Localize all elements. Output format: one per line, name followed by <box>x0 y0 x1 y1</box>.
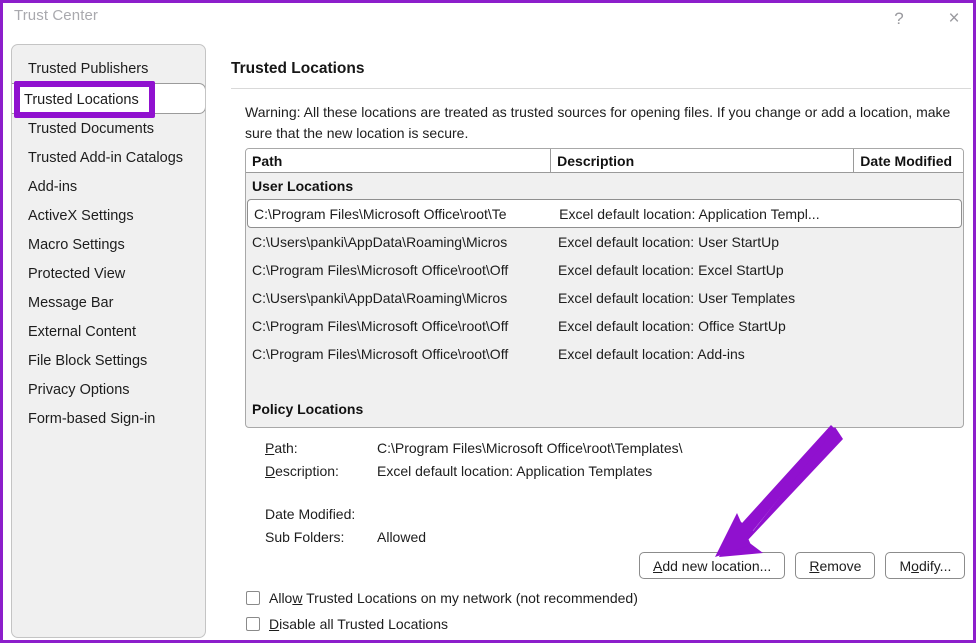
sidebar-item-label: Macro Settings <box>28 236 125 253</box>
cell-description: Excel default location: User Templates <box>558 290 796 306</box>
detail-path-label: Path: <box>265 439 298 456</box>
detail-spacer <box>245 482 964 502</box>
sidebar: Trusted Publishers Trusted Locations Tru… <box>11 44 206 638</box>
button-bar: Add new location... Remove Modify... <box>639 552 966 579</box>
annotation-highlight-label: Trusted Locations <box>24 91 139 108</box>
sidebar-item-activex-settings[interactable]: ActiveX Settings <box>12 201 205 230</box>
checkbox-disable-all-trusted-locations[interactable]: Disable all Trusted Locations <box>246 611 638 637</box>
sidebar-item-label: Privacy Options <box>28 381 130 398</box>
sidebar-item-external-content[interactable]: External Content <box>12 317 205 346</box>
sidebar-item-label: Trusted Documents <box>28 120 154 137</box>
table-row[interactable]: C:\Program Files\Microsoft Office\root\O… <box>246 312 963 340</box>
sidebar-item-protected-view[interactable]: Protected View <box>12 259 205 288</box>
location-details: Path: C:\Program Files\Microsoft Office\… <box>245 436 964 548</box>
sidebar-item-file-block-settings[interactable]: File Block Settings <box>12 346 205 375</box>
checkbox-box[interactable] <box>246 591 260 605</box>
sidebar-item-label: Trusted Publishers <box>28 60 149 77</box>
sidebar-item-label: Trusted Add-in Catalogs <box>28 149 184 166</box>
detail-description-label: Description: <box>265 462 339 479</box>
table-group-user-locations: User Locations <box>246 173 963 199</box>
checkbox-box[interactable] <box>246 617 260 631</box>
sidebar-item-privacy-options[interactable]: Privacy Options <box>12 375 205 404</box>
cell-path: C:\Program Files\Microsoft Office\root\O… <box>252 262 509 278</box>
checkbox-label: Allow Trusted Locations on my network (n… <box>269 590 638 606</box>
sidebar-item-label: ActiveX Settings <box>28 207 134 224</box>
sidebar-item-form-based-sign-in[interactable]: Form-based Sign-in <box>12 404 205 433</box>
cell-description: Excel default location: Excel StartUp <box>558 262 784 278</box>
detail-sub-folders-label: Sub Folders: <box>265 528 345 545</box>
page-title: Trusted Locations <box>231 60 365 77</box>
sidebar-item-message-bar[interactable]: Message Bar <box>12 288 205 317</box>
modify-button[interactable]: Modify... <box>885 552 966 579</box>
table-row[interactable]: C:\Program Files\Microsoft Office\root\T… <box>247 199 962 228</box>
table-row[interactable]: C:\Users\panki\AppData\Roaming\Micros Ex… <box>246 284 963 312</box>
detail-path-value: C:\Program Files\Microsoft Office\root\T… <box>377 439 683 456</box>
detail-date-modified-label: Date Modified: <box>265 505 356 522</box>
sidebar-item-label: External Content <box>28 323 137 340</box>
title-bar: Trust Center ? × <box>3 3 973 35</box>
trust-center-dialog: Trust Center ? × Trusted Publishers Trus… <box>0 0 976 643</box>
window-title: Trust Center <box>14 7 99 24</box>
detail-description: Description: Excel default location: App… <box>245 459 964 482</box>
column-header-date-modified[interactable]: Date Modified <box>854 149 963 172</box>
sidebar-item-label: Form-based Sign-in <box>28 410 156 427</box>
cell-path: C:\Program Files\Microsoft Office\root\O… <box>252 346 509 362</box>
detail-sub-folders: Sub Folders: Allowed <box>245 525 964 548</box>
column-header-path[interactable]: Path <box>246 149 552 172</box>
table-header-row: Path Description Date Modified <box>246 149 963 173</box>
detail-description-value: Excel default location: Application Temp… <box>377 462 653 479</box>
remove-button[interactable]: Remove <box>795 552 876 579</box>
trusted-locations-table[interactable]: Path Description Date Modified User Loca… <box>245 148 964 428</box>
table-row[interactable]: C:\Program Files\Microsoft Office\root\O… <box>246 256 963 284</box>
cell-description: Excel default location: Application Temp… <box>559 205 820 222</box>
table-row[interactable]: C:\Users\panki\AppData\Roaming\Micros Ex… <box>246 228 963 256</box>
checkbox-label: Disable all Trusted Locations <box>269 616 448 632</box>
cell-description: Excel default location: Office StartUp <box>558 318 786 334</box>
add-new-location-button[interactable]: Add new location... <box>639 552 786 579</box>
cell-description: Excel default location: Add-ins <box>558 346 745 362</box>
sidebar-item-label: Protected View <box>28 265 126 282</box>
cell-path: C:\Users\panki\AppData\Roaming\Micros <box>252 290 508 306</box>
column-header-description[interactable]: Description <box>551 149 855 172</box>
main-pane: Trusted Locations Warning: All these loc… <box>213 44 971 638</box>
sidebar-item-add-ins[interactable]: Add-ins <box>12 172 205 201</box>
detail-date-modified: Date Modified: <box>245 502 964 525</box>
close-icon[interactable]: × <box>933 3 973 33</box>
cell-path: C:\Program Files\Microsoft Office\root\T… <box>254 205 507 222</box>
sidebar-item-macro-settings[interactable]: Macro Settings <box>12 230 205 259</box>
sidebar-item-trusted-publishers[interactable]: Trusted Publishers <box>12 54 205 83</box>
sidebar-item-trusted-add-in-catalogs[interactable]: Trusted Add-in Catalogs <box>12 143 205 172</box>
checkbox-group: Allow Trusted Locations on my network (n… <box>246 585 638 637</box>
help-icon[interactable]: ? <box>878 3 920 33</box>
checkbox-allow-network-locations[interactable]: Allow Trusted Locations on my network (n… <box>246 585 638 611</box>
cell-description: Excel default location: User StartUp <box>558 234 779 250</box>
warning-text: Warning: All these locations are treated… <box>245 104 951 141</box>
sidebar-item-label: Add-ins <box>28 178 78 195</box>
table-group-policy-locations: Policy Locations <box>246 396 963 422</box>
cell-path: C:\Users\panki\AppData\Roaming\Micros <box>252 234 508 250</box>
sidebar-item-trusted-documents[interactable]: Trusted Documents <box>12 114 205 143</box>
detail-path: Path: C:\Program Files\Microsoft Office\… <box>245 436 964 459</box>
detail-sub-folders-value: Allowed <box>377 528 427 545</box>
sidebar-item-label: File Block Settings <box>28 352 148 369</box>
sidebar-item-label: Message Bar <box>28 294 114 311</box>
cell-path: C:\Program Files\Microsoft Office\root\O… <box>252 318 509 334</box>
table-row[interactable]: C:\Program Files\Microsoft Office\root\O… <box>246 340 963 368</box>
title-divider <box>231 88 971 89</box>
